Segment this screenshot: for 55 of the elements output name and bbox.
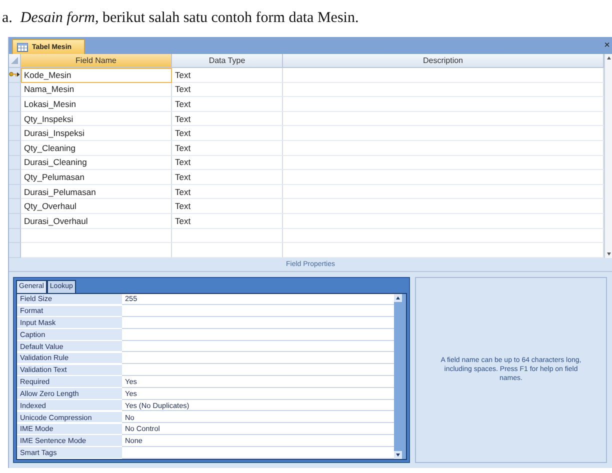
field-name-cell[interactable]: Qty_Inspeksi (21, 112, 172, 126)
description-cell[interactable] (283, 140, 604, 156)
data-type-cell[interactable]: Text (172, 199, 283, 214)
current-row-icon (17, 72, 20, 78)
field-name-cell[interactable]: Nama_Mesin (21, 82, 172, 98)
data-type-cell[interactable] (172, 228, 283, 244)
column-header[interactable]: Data Type (172, 54, 283, 68)
column-header[interactable]: Description (283, 54, 604, 68)
field-name-cell[interactable]: Qty_Overhaul (21, 199, 172, 214)
data-type-cell[interactable]: Text (172, 112, 283, 126)
data-type-cell[interactable]: Text (172, 126, 283, 141)
description-cell[interactable] (283, 184, 604, 200)
data-type-cell[interactable]: Text (172, 140, 283, 156)
data-type-cell[interactable]: Text (172, 184, 283, 200)
description-cell[interactable] (283, 156, 604, 170)
properties-scrollbar[interactable] (394, 294, 406, 459)
data-type-cell[interactable]: Text (172, 97, 283, 112)
data-type-cell[interactable]: Text (172, 214, 283, 229)
close-button[interactable]: × (604, 40, 612, 51)
data-type-cell[interactable] (172, 243, 283, 258)
description-cell[interactable] (283, 126, 604, 141)
field-name-cell[interactable] (21, 243, 172, 258)
description-cell[interactable] (283, 82, 604, 98)
table-icon (17, 42, 28, 52)
description-cell[interactable] (283, 112, 604, 126)
field-name-cell[interactable] (21, 228, 172, 244)
caption-text: Desain form, berikut salah satu contoh form data Mesin. (20, 10, 359, 27)
vertical-scrollbar[interactable] (604, 54, 612, 258)
scroll-down-icon[interactable] (604, 250, 612, 258)
row-selector[interactable] (9, 68, 21, 83)
field-name-cell[interactable]: Lokasi_Mesin (21, 97, 172, 112)
description-cell[interactable] (283, 228, 604, 244)
field-name-cell[interactable]: Durasi_Inspeksi (21, 126, 172, 141)
description-cell[interactable] (283, 199, 604, 214)
field-name-cell[interactable]: Durasi_Pelumasan (21, 184, 172, 200)
data-type-cell[interactable]: Text (172, 82, 283, 98)
description-cell[interactable] (283, 170, 604, 185)
select-all-icon[interactable] (11, 57, 18, 64)
field-name-cell[interactable]: Durasi_Cleaning (21, 156, 172, 170)
scroll-up-icon[interactable] (394, 294, 402, 302)
field-name-cell[interactable]: Qty_Pelumasan (21, 170, 172, 185)
data-type-cell[interactable]: Text (172, 68, 283, 83)
field-name-cell[interactable]: Durasi_Overhaul (21, 214, 172, 229)
data-type-cell[interactable]: Text (172, 156, 283, 170)
key-icon (9, 70, 18, 79)
list-marker: a. (2, 10, 12, 27)
data-type-cell[interactable]: Text (172, 170, 283, 185)
field-name-cell[interactable]: Qty_Cleaning (21, 140, 172, 156)
description-cell[interactable] (283, 214, 604, 229)
column-header[interactable]: Field Name (21, 54, 172, 68)
field-name-cell[interactable]: Kode_Mesin (21, 68, 172, 83)
scroll-down-icon[interactable] (394, 451, 402, 459)
description-cell[interactable] (283, 68, 604, 83)
description-cell[interactable] (283, 243, 604, 258)
description-cell[interactable] (283, 97, 604, 112)
